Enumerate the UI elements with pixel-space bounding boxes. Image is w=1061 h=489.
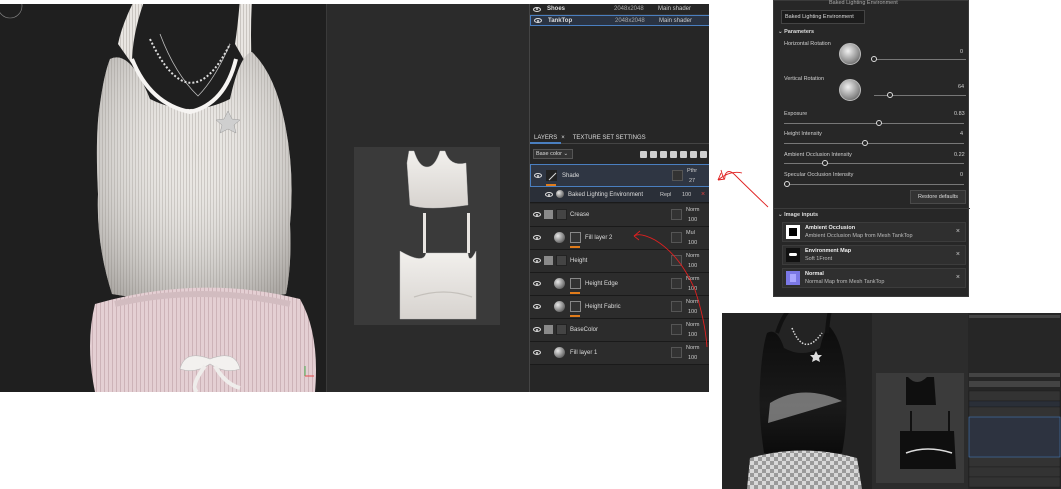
annotation-overlay	[633, 169, 769, 348]
